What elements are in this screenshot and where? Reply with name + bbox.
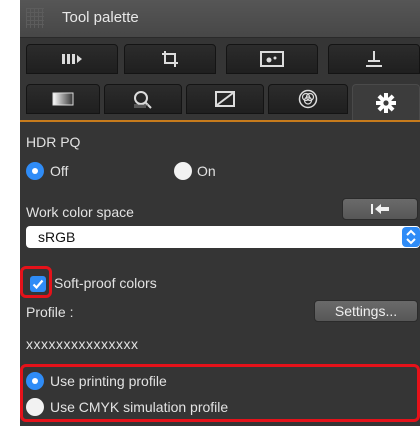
tab-color[interactable]	[268, 84, 348, 114]
select-stepper[interactable]	[402, 227, 420, 247]
reset-color-space-button[interactable]	[342, 198, 418, 220]
soft-proof-checkbox[interactable]	[30, 276, 46, 292]
profile-value: xxxxxxxxxxxxxxx	[26, 336, 139, 352]
tool-palette: Tool palette HDR PQ Off On Work color sp…	[20, 0, 420, 426]
palette-title: Tool palette	[62, 9, 139, 26]
tab-settings[interactable]	[352, 84, 420, 120]
gradient-icon	[52, 92, 74, 106]
settings-button[interactable]: Settings...	[314, 300, 418, 322]
use-cmyk-simulation-label[interactable]: Use CMYK simulation profile	[50, 399, 228, 415]
work-color-space-value: sRGB	[38, 229, 76, 245]
hdr-off-radio[interactable]	[26, 162, 44, 180]
tool-tabs	[20, 44, 420, 120]
grip-icon[interactable]	[26, 8, 44, 28]
tab-image[interactable]	[226, 44, 318, 74]
work-color-space-select[interactable]: sRGB	[26, 226, 420, 248]
tab-tone-curve[interactable]	[26, 44, 118, 74]
color-icon	[298, 89, 318, 109]
hdr-off-label[interactable]: Off	[50, 163, 68, 179]
use-printing-profile-label[interactable]: Use printing profile	[50, 373, 167, 389]
reset-arrow-icon	[371, 204, 389, 214]
lens-correction-icon	[134, 91, 152, 109]
checkmark-icon	[32, 279, 44, 290]
active-tab-underline	[20, 120, 420, 122]
title-bar[interactable]: Tool palette	[20, 0, 420, 38]
use-cmyk-simulation-radio[interactable]	[26, 398, 44, 416]
settings-gear-icon	[376, 92, 396, 113]
chevron-updown-icon	[406, 229, 416, 245]
hdr-pq-label: HDR PQ	[26, 134, 81, 150]
tone-adjust-icon	[215, 91, 235, 107]
tab-lens-correction[interactable]	[104, 84, 182, 114]
profile-label: Profile :	[26, 304, 74, 320]
hdr-on-label[interactable]: On	[197, 163, 216, 179]
image-icon	[260, 51, 284, 67]
hdr-on-radio[interactable]	[174, 162, 192, 180]
tab-tone-adjust[interactable]	[186, 84, 264, 114]
stamp-icon	[366, 51, 382, 67]
use-printing-profile-radio[interactable]	[26, 372, 44, 390]
tone-curve-icon	[62, 54, 82, 64]
tab-stamp[interactable]	[328, 44, 420, 74]
tab-gradient[interactable]	[26, 84, 100, 114]
soft-proof-label[interactable]: Soft-proof colors	[54, 275, 157, 291]
tab-crop[interactable]	[124, 44, 216, 74]
crop-icon	[162, 51, 178, 67]
work-color-space-label: Work color space	[26, 204, 134, 220]
